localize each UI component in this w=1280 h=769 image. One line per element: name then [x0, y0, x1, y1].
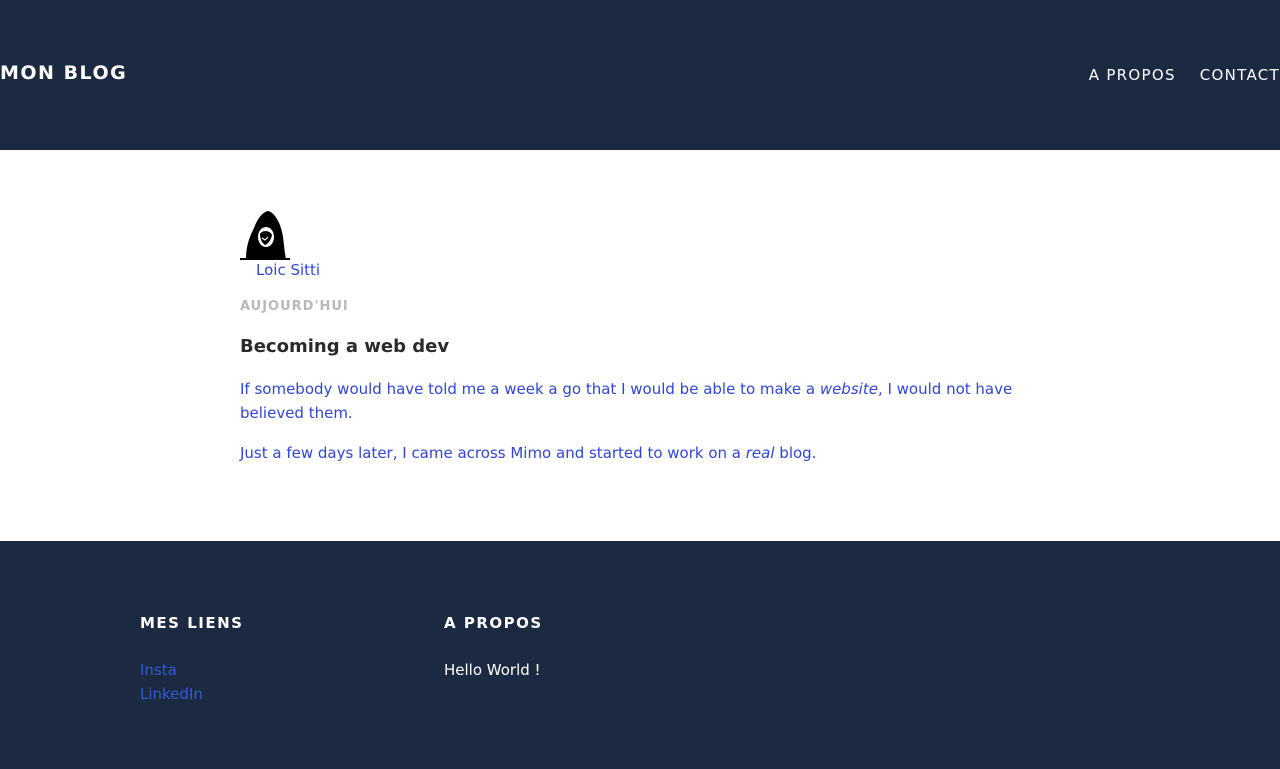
post-body: If somebody would have told me a week a … [240, 377, 1030, 465]
post-date: AUJOURD'HUI [240, 299, 349, 314]
footer-about-text: Hello World ! [444, 661, 541, 679]
nav-link-contact[interactable]: CONTACT [1200, 66, 1280, 84]
footer-about-column: A PROPOS Hello World ! [444, 614, 543, 682]
author-link[interactable]: Loic Sitti [256, 261, 320, 279]
top-navigation: A PROPOS CONTACT [1089, 66, 1280, 84]
nav-link-a-propos[interactable]: A PROPOS [1089, 66, 1176, 84]
site-header: MON BLOG A PROPOS CONTACT [0, 0, 1280, 150]
footer-links-heading: MES LIENS [140, 614, 244, 632]
post-emphasis-real: real [745, 444, 775, 462]
post-paragraph-2: Just a few days later, I came across Mim… [240, 444, 817, 462]
post-emphasis-website: website [819, 380, 878, 398]
footer-link-linkedin[interactable]: LinkedIn [140, 682, 243, 706]
post-paragraph-1: If somebody would have told me a week a … [240, 380, 1013, 422]
footer-links-column: MES LIENS Insta LinkedIn [140, 614, 243, 706]
brand-logo-link[interactable]: MON BLOG [0, 62, 127, 84]
site-footer: MES LIENS Insta LinkedIn A PROPOS Hello … [0, 541, 1280, 769]
footer-about-heading: A PROPOS [444, 614, 543, 632]
footer-link-insta[interactable]: Insta [140, 658, 243, 682]
hooded-figure-avatar-icon [240, 211, 290, 260]
post-title: Becoming a web dev [240, 336, 450, 357]
